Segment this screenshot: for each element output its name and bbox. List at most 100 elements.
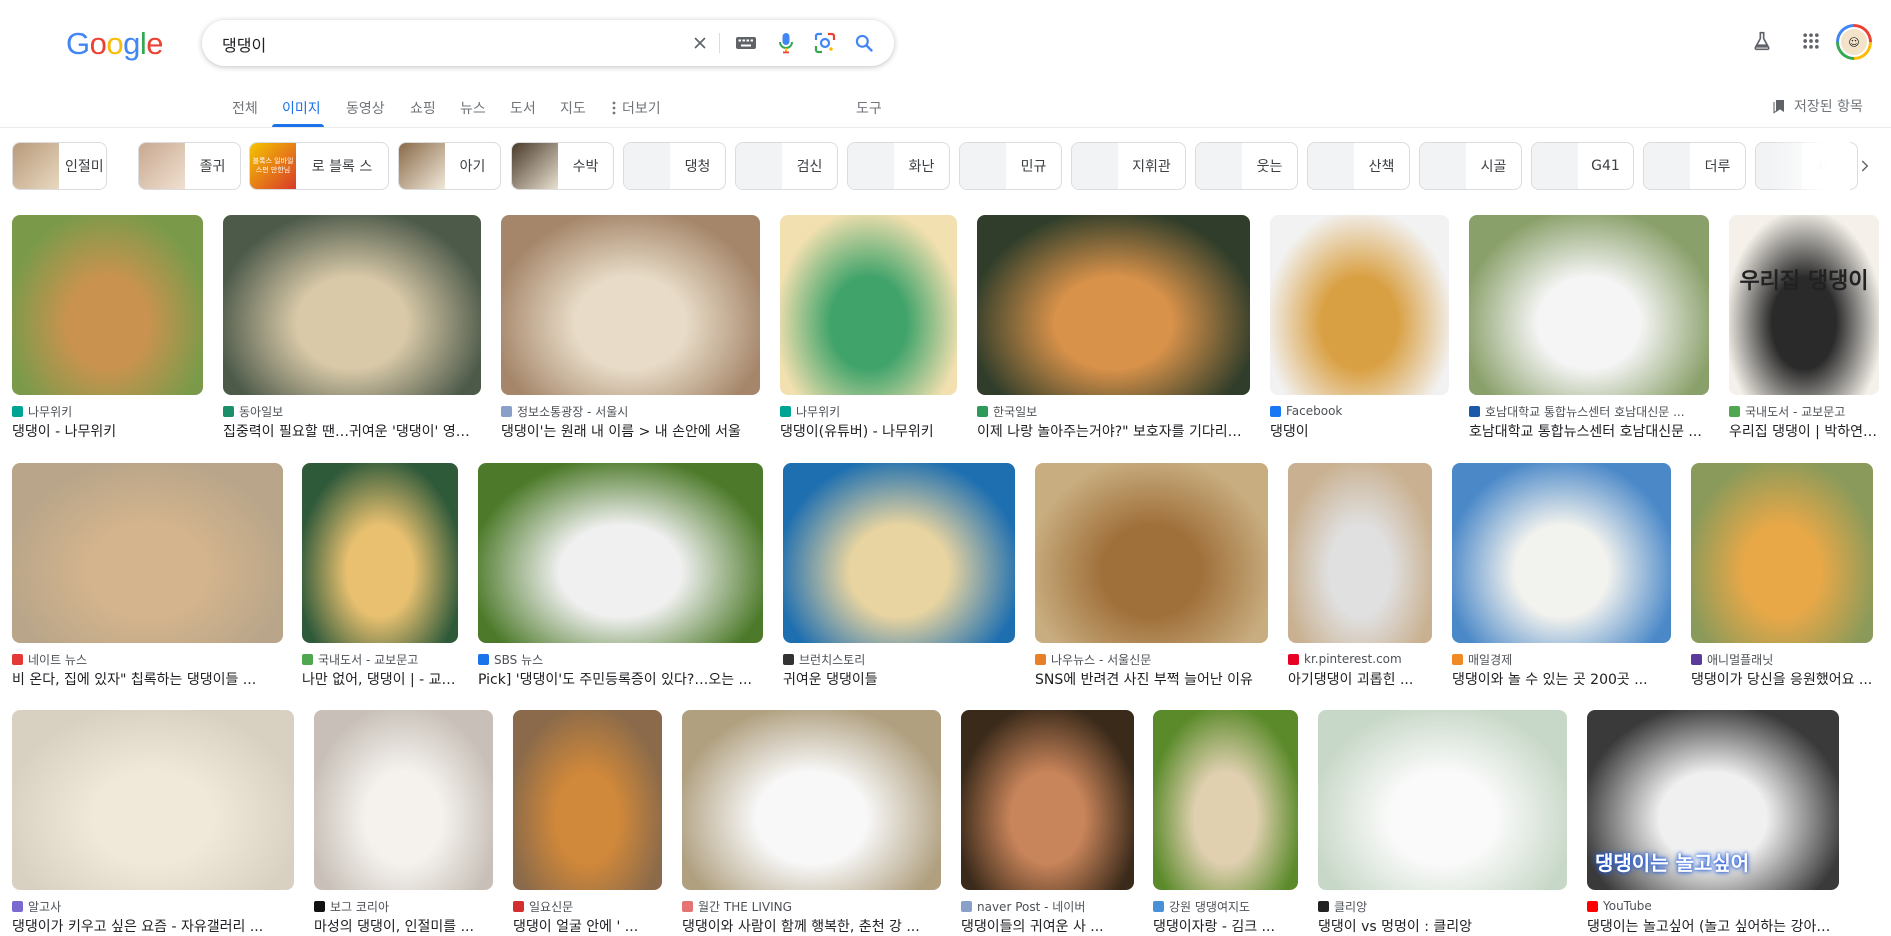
image-thumbnail[interactable] <box>1318 710 1567 890</box>
image-result-card[interactable]: 나무위키댕댕이(유튜버) - 나무위키 <box>780 215 957 449</box>
result-title[interactable]: 댕댕이'는 원래 내 이름 > 내 손안에 서울 <box>501 423 760 441</box>
result-title[interactable]: 댕댕이들의 귀여운 사 ... <box>961 918 1134 936</box>
chip-0[interactable]: 인절미 <box>12 142 107 190</box>
result-source[interactable]: YouTube <box>1587 898 1839 914</box>
result-title[interactable]: 집중력이 필요할 땐…귀여운 '댕댕이' 영상 보세요 <box>223 423 481 441</box>
chip-6[interactable]: 검신 <box>735 142 838 190</box>
image-result-card[interactable]: 알고사댕댕이가 키우고 싶은 요즘 - 자유갤러리 ... <box>12 710 294 936</box>
result-title[interactable]: 댕댕이는 놀고싶어 (놀고 싶어하는 강아지 ... <box>1587 918 1839 936</box>
image-thumbnail[interactable] <box>682 710 941 890</box>
result-source[interactable]: SBS 뉴스 <box>478 651 763 667</box>
chip-11[interactable]: 산책 <box>1307 142 1410 190</box>
chip-1[interactable]: 졸귀 <box>138 142 241 190</box>
image-thumbnail[interactable] <box>12 463 283 643</box>
result-title[interactable]: SNS에 반려견 사진 부쩍 늘어난 이유 <box>1035 671 1268 689</box>
result-title[interactable]: 댕댕이(유튜버) - 나무위키 <box>780 423 957 441</box>
image-thumbnail[interactable] <box>12 215 203 395</box>
image-thumbnail[interactable] <box>302 463 458 643</box>
apps-icon[interactable] <box>1799 29 1823 53</box>
image-thumbnail[interactable] <box>1469 215 1709 395</box>
account-avatar[interactable]: ☺ <box>1836 24 1872 60</box>
image-result-card[interactable]: 나우뉴스 - 서울신문 SNS에 반려견 사진 부쩍 늘어난 이유 <box>1035 463 1268 697</box>
image-result-card[interactable]: 애니멀플래닛 댕댕이가 당신을 응원했어요 ... <box>1691 463 1873 697</box>
result-title[interactable]: 비 온다, 집에 있자" 칩록하는 댕댕이들 ... <box>12 671 283 689</box>
result-source[interactable]: 네이트 뉴스 <box>12 651 283 667</box>
search-input[interactable]: 댕댕이 <box>222 32 266 56</box>
chip-3[interactable]: 아기 <box>398 142 501 190</box>
image-result-card[interactable]: 네이트 뉴스비 온다, 집에 있자" 칩록하는 댕댕이들 ... <box>12 463 283 697</box>
result-title[interactable]: 댕댕이 얼굴 안에 ' ... <box>513 918 662 936</box>
image-thumbnail[interactable] <box>1452 463 1671 643</box>
result-title[interactable]: 댕댕이 <box>1270 423 1449 441</box>
result-source[interactable]: 클리앙 <box>1318 898 1567 914</box>
result-source[interactable]: 동아일보 <box>223 403 481 419</box>
result-source[interactable]: naver Post - 네이버 <box>961 898 1134 914</box>
result-source[interactable]: 국내도서 - 교보문고 <box>302 651 458 667</box>
result-source[interactable]: 매일경제 <box>1452 651 1671 667</box>
tab-videos[interactable]: 동영상 <box>346 98 385 118</box>
result-title[interactable]: 댕댕이가 키우고 싶은 요즘 - 자유갤러리 ... <box>12 918 294 936</box>
saved-items-link[interactable]: 저장된 항목 <box>1772 96 1863 116</box>
image-result-card[interactable]: 댕댕이는 놀고싶어 YouTube 댕댕이는 놀고싶어 (놀고 싶어하는 강아지 .… <box>1587 710 1839 936</box>
image-result-card[interactable]: 정보소통광장 - 서울시댕댕이'는 원래 내 이름 > 내 손안에 서울 <box>501 215 760 449</box>
result-source[interactable]: 한국일보 <box>977 403 1250 419</box>
chevron-right-icon[interactable] <box>1853 154 1877 178</box>
result-title[interactable]: 우리집 댕댕이 | 박하연 - 교보문고 <box>1729 423 1879 441</box>
chip-10[interactable]: 웃는 <box>1195 142 1298 190</box>
clear-icon[interactable] <box>688 31 712 55</box>
image-result-card[interactable]: 호남대학교 통합뉴스센터 호남대신문 ... 호남대학교 통합뉴스센터 호남대신문… <box>1469 215 1709 449</box>
tab-tools[interactable]: 도구 <box>856 98 882 118</box>
result-title[interactable]: 마성의 댕댕이, 인절미를 ... <box>314 918 493 936</box>
image-result-card[interactable]: 우리집 댕댕이국내도서 - 교보문고우리집 댕댕이 | 박하연 - 교보문고 <box>1729 215 1879 449</box>
tab-maps[interactable]: 지도 <box>560 98 586 118</box>
tab-books[interactable]: 도서 <box>510 98 536 118</box>
image-thumbnail[interactable] <box>1153 710 1298 890</box>
image-result-card[interactable]: SBS 뉴스 Pick] '댕댕이'도 주민등록증이 있다?…오는 ... <box>478 463 763 697</box>
result-source[interactable]: 브런치스토리 <box>783 651 1015 667</box>
result-source[interactable]: 보그 코리아 <box>314 898 493 914</box>
image-result-card[interactable]: 월간 THE LIVING 댕댕이와 사람이 함께 행복한, 춘천 강 ... <box>682 710 941 936</box>
image-result-card[interactable]: 일요신문댕댕이 얼굴 안에 ' ... <box>513 710 662 936</box>
result-title[interactable]: 댕댕이와 놀 수 있는 곳 200곳 ... <box>1452 671 1671 689</box>
result-title[interactable]: 댕댕이와 사람이 함께 행복한, 춘천 강 ... <box>682 918 941 936</box>
image-result-card[interactable]: 클리앙댕댕이 vs 멍멍이 : 클리앙 <box>1318 710 1567 936</box>
image-thumbnail[interactable] <box>478 463 763 643</box>
result-source[interactable]: 알고사 <box>12 898 294 914</box>
image-result-card[interactable]: Facebook 댕댕이 <box>1270 215 1449 449</box>
result-title[interactable]: 댕댕이 vs 멍멍이 : 클리앙 <box>1318 918 1567 936</box>
image-thumbnail[interactable] <box>501 215 760 395</box>
chip-7[interactable]: 화난 <box>847 142 950 190</box>
tab-shopping[interactable]: 쇼핑 <box>410 98 436 118</box>
image-result-card[interactable]: 나무위키댕댕이 - 나무위키 <box>12 215 203 449</box>
image-result-card[interactable]: 강원 댕댕여지도댕댕이자랑 - 김크 ... <box>1153 710 1298 936</box>
keyboard-icon[interactable] <box>734 31 758 55</box>
image-result-card[interactable]: 보그 코리아마성의 댕댕이, 인절미를 ... <box>314 710 493 936</box>
tab-news[interactable]: 뉴스 <box>460 98 486 118</box>
image-result-card[interactable]: 한국일보이제 나랑 놀아주는거야?" 보호자를 기다리는 댕댕이 <box>977 215 1250 449</box>
image-result-card[interactable]: naver Post - 네이버댕댕이들의 귀여운 사 ... <box>961 710 1134 936</box>
image-result-card[interactable]: 동아일보집중력이 필요할 땐…귀여운 '댕댕이' 영상 보세요 <box>223 215 481 449</box>
image-result-card[interactable]: 매일경제댕댕이와 놀 수 있는 곳 200곳 ... <box>1452 463 1671 697</box>
result-title[interactable]: 댕댕이자랑 - 김크 ... <box>1153 918 1298 936</box>
chip-12[interactable]: 시골 <box>1419 142 1522 190</box>
result-title[interactable]: 아기댕댕이 괴롭힌 ... <box>1288 671 1432 689</box>
result-source[interactable]: 나무위키 <box>12 403 203 419</box>
tab-all[interactable]: 전체 <box>232 98 258 118</box>
result-title[interactable]: 귀여운 댕댕이들 <box>783 671 1015 689</box>
result-source[interactable]: 일요신문 <box>513 898 662 914</box>
image-thumbnail[interactable] <box>1691 463 1873 643</box>
result-source[interactable]: 강원 댕댕여지도 <box>1153 898 1298 914</box>
image-thumbnail[interactable] <box>783 463 1015 643</box>
chip-5[interactable]: 댕청 <box>623 142 726 190</box>
result-source[interactable]: 나무위키 <box>780 403 957 419</box>
tab-more[interactable]: 더보기 <box>612 98 661 118</box>
chip-2[interactable]: 블록스 일바일 스펀 만한님 로 블록 스 <box>249 142 389 190</box>
image-thumbnail[interactable]: 댕댕이는 놀고싶어 <box>1587 710 1839 890</box>
result-title[interactable]: 댕댕이 - 나무위키 <box>12 423 203 441</box>
image-thumbnail[interactable]: 우리집 댕댕이 <box>1729 215 1879 395</box>
image-result-card[interactable]: 브런치스토리귀여운 댕댕이들 <box>783 463 1015 697</box>
chip-8[interactable]: 민규 <box>959 142 1062 190</box>
image-thumbnail[interactable] <box>513 710 662 890</box>
image-thumbnail[interactable] <box>961 710 1134 890</box>
result-source[interactable]: 정보소통광장 - 서울시 <box>501 403 760 419</box>
